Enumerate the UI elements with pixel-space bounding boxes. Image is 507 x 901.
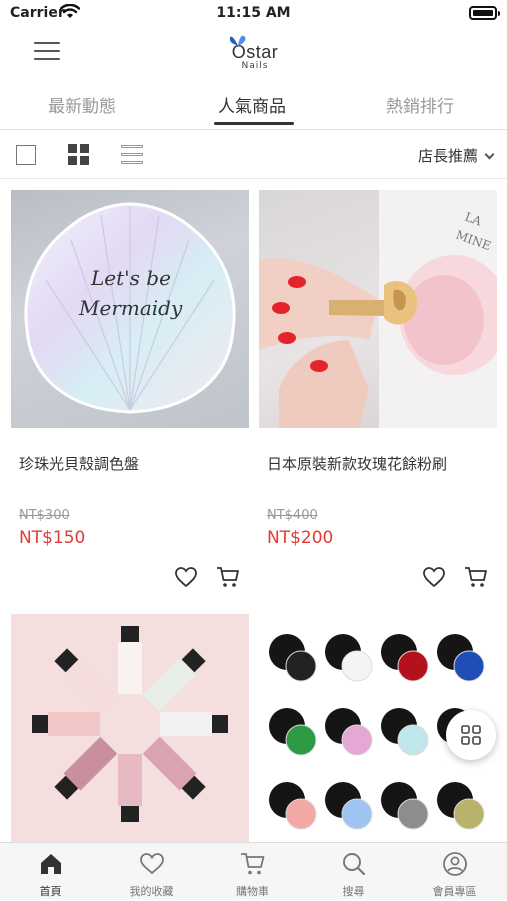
menu-line: [34, 42, 60, 44]
product-name[interactable]: 日本原裝新款玫瑰花餘粉刷: [267, 453, 447, 474]
gel-color-swatch: [341, 724, 373, 756]
butterfly-icon: [229, 35, 246, 46]
brand-logo[interactable]: Ostar Nails: [220, 32, 290, 76]
gel-color-swatch: [341, 798, 373, 830]
nav-label: 搜尋: [342, 885, 365, 898]
category-tabs: 最新動態 人氣商品 熱銷排行: [0, 84, 507, 130]
shell-palette-illustration: Let's be Mermaidy: [24, 202, 236, 414]
menu-line: [34, 58, 60, 60]
product-image[interactable]: Let's be Mermaidy: [11, 190, 249, 428]
user-icon: [443, 852, 467, 876]
gel-color-swatch: [285, 650, 317, 682]
heart-icon: [140, 853, 164, 875]
active-tab-indicator: [214, 122, 294, 125]
battery-icon: [469, 6, 500, 20]
tab-latest[interactable]: 最新動態: [48, 92, 116, 117]
chevron-down-icon: [484, 149, 495, 160]
layout-toggle-button[interactable]: [446, 710, 496, 760]
gel-color-swatch: [453, 798, 485, 830]
heart-icon[interactable]: [174, 566, 198, 588]
nav-cart[interactable]: 購物車: [202, 843, 303, 901]
sort-label: 店長推薦: [417, 147, 478, 165]
nav-label: 首頁: [39, 885, 62, 898]
tab-bestseller[interactable]: 熱銷排行: [386, 92, 454, 117]
nav-favorites[interactable]: 我的收藏: [101, 843, 202, 901]
product-card[interactable]: Let's be Mermaidy 珍珠光貝殼調色盤 NT$300 NT$150: [11, 190, 249, 588]
single-view-icon[interactable]: [16, 145, 36, 165]
status-bar: Carrier 11:15 AM: [0, 0, 507, 28]
search-icon: [343, 853, 366, 876]
hamburger-menu-button[interactable]: [34, 42, 60, 62]
clock: 11:15 AM: [216, 5, 291, 21]
original-price: NT$300: [19, 508, 70, 523]
list-view-icon[interactable]: [121, 145, 143, 165]
gel-color-swatch: [397, 650, 429, 682]
cart-icon: [241, 853, 265, 875]
nav-search[interactable]: 搜尋: [303, 843, 404, 901]
tab-popular[interactable]: 人氣商品: [218, 92, 286, 117]
gel-color-swatch: [285, 724, 317, 756]
view-controls: 店長推薦: [0, 131, 507, 179]
cart-icon[interactable]: [216, 566, 240, 588]
sort-dropdown[interactable]: 店長推薦: [417, 145, 495, 166]
rose-brush-illustration: LA MINE: [259, 190, 497, 428]
grid-icon: [461, 725, 481, 745]
gel-color-swatch: [397, 798, 429, 830]
sale-price: NT$200: [267, 528, 334, 548]
nav-home[interactable]: 首頁: [0, 843, 101, 901]
product-card[interactable]: LA MINE 日本原裝新款玫瑰花餘粉刷 NT$400 NT$200: [259, 190, 497, 588]
original-price: NT$400: [267, 508, 318, 523]
shell-text-2: Mermaidy: [78, 296, 183, 320]
nav-label: 購物車: [236, 885, 269, 898]
nav-member[interactable]: 會員專區: [404, 843, 505, 901]
logo-subtitle: Nails: [241, 61, 269, 71]
grid-view-icon[interactable]: [68, 144, 90, 166]
gel-color-swatch: [341, 650, 373, 682]
nav-label: 會員專區: [432, 885, 477, 898]
gel-color-swatch: [285, 798, 317, 830]
product-name[interactable]: 珍珠光貝殼調色盤: [19, 453, 139, 474]
menu-line: [34, 50, 60, 52]
gel-color-swatch: [397, 724, 429, 756]
product-image[interactable]: LA MINE: [259, 190, 497, 428]
product-card[interactable]: [11, 614, 249, 842]
sale-price: NT$150: [19, 528, 86, 548]
home-icon: [41, 854, 61, 874]
bottom-nav: 首頁 我的收藏 購物車 搜尋 會員專區: [0, 842, 507, 900]
gel-color-swatch: [453, 650, 485, 682]
shell-text-1: Let's be: [90, 266, 171, 290]
product-image[interactable]: [11, 614, 249, 842]
heart-icon[interactable]: [422, 566, 446, 588]
cart-icon[interactable]: [464, 566, 488, 588]
nav-label: 我的收藏: [129, 885, 174, 898]
gel-tubes-illustration: [32, 626, 228, 822]
